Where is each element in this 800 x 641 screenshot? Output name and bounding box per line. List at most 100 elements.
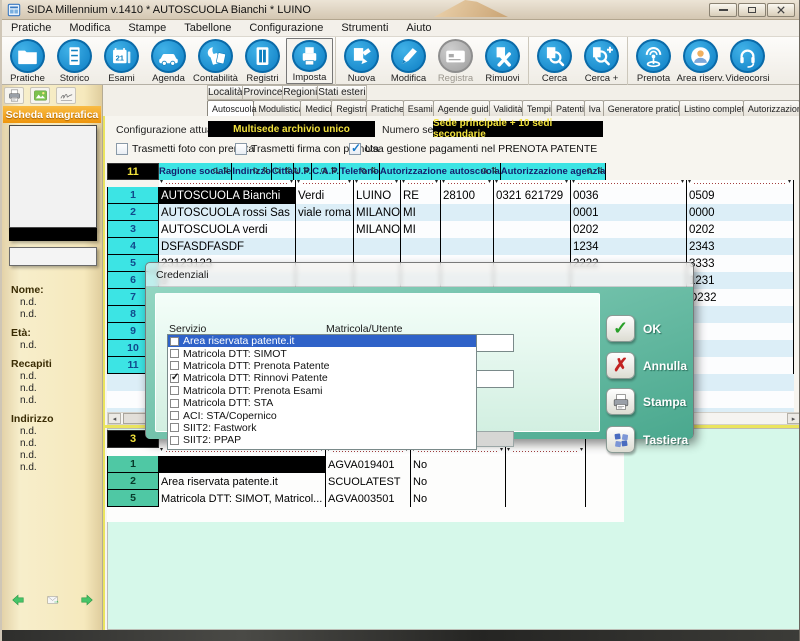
cell-usa-codice[interactable]: No — [411, 490, 506, 507]
cell-aut-agenzia[interactable]: D232 — [687, 289, 794, 306]
menu-item[interactable]: Configurazione — [240, 22, 332, 34]
stampa-button[interactable]: Stampa — [606, 388, 686, 415]
sort-icon[interactable]: ⇅ — [330, 166, 337, 175]
checkbox-pagamenti[interactable]: Usa gestione pagamenti nel PRENOTA PATEN… — [349, 143, 597, 155]
tab[interactable]: Iva — [584, 100, 604, 116]
cell-citta[interactable]: MILANO — [354, 204, 401, 221]
menu-item[interactable]: Stampe — [119, 22, 175, 34]
credentials-row[interactable]: 2 Area riservata patente.it SCUOLATEST N… — [107, 473, 586, 490]
cell-aut-agenzia[interactable]: 0509 — [687, 187, 794, 204]
cell-usa-codice[interactable]: No — [411, 456, 506, 473]
toolbar-button[interactable]: Esami — [98, 38, 145, 84]
servizio-checkbox[interactable] — [170, 337, 179, 346]
tab[interactable]: Agende guida — [433, 100, 490, 116]
servizio-item[interactable]: Matricola DTT: Prenota Patente — [168, 360, 476, 372]
cell-ragione-sociale[interactable]: DSFASDFASDF — [159, 238, 296, 255]
toolbar-button[interactable]: Prenota — [630, 38, 677, 84]
tab[interactable]: Patenti — [551, 100, 585, 116]
toolbar-button[interactable]: Cerca — [531, 38, 578, 84]
cell-servizio[interactable]: Area riservata patente.it — [159, 473, 326, 490]
row-number[interactable]: 4 — [107, 238, 159, 255]
cell-aut-agenzia[interactable] — [687, 340, 794, 357]
filter-icon[interactable] — [360, 167, 368, 175]
tab[interactable]: Medici — [300, 100, 332, 116]
cell-indirizzo[interactable] — [296, 221, 354, 238]
close-button[interactable] — [767, 3, 795, 17]
toolbar-button[interactable]: Pratiche — [4, 38, 51, 84]
filter-icon[interactable] — [252, 167, 260, 175]
sort-icon[interactable]: ⇅ — [597, 166, 604, 175]
filter-cell[interactable] — [687, 180, 794, 187]
toolbar-button[interactable]: Cerca + — [578, 38, 625, 84]
cell-aut-agenzia[interactable]: 1231 — [687, 272, 794, 289]
cell-aut-autoscuola[interactable]: 0001 — [571, 204, 687, 221]
cell-up[interactable]: RE — [401, 187, 441, 204]
cell-indirizzo[interactable]: viale roma — [296, 204, 354, 221]
next-arrow-icon[interactable] — [79, 593, 95, 607]
column-header[interactable]: Telefono ⇅ — [340, 163, 379, 180]
filter-icon[interactable] — [292, 167, 300, 175]
cell-matricola[interactable]: AGVA003501 — [326, 490, 411, 507]
servizio-item[interactable]: SIIT2: Fastwork — [168, 422, 476, 434]
cell-servizio[interactable]: Matricola DTT: Rinnovi Patente — [159, 456, 326, 473]
cell-up[interactable]: MI — [401, 221, 441, 238]
tab[interactable]: Registri — [331, 100, 367, 116]
sort-icon[interactable]: ⇅ — [223, 166, 230, 175]
signature-button[interactable] — [56, 87, 76, 104]
checkbox-pagamenti-box[interactable] — [349, 143, 361, 155]
cell-extra[interactable] — [506, 490, 586, 507]
table-row[interactable]: 2 AUTOSCUOLA rossi Sas viale roma MILANO… — [107, 204, 794, 221]
cell-cap[interactable] — [441, 238, 494, 255]
servizio-checkbox[interactable] — [170, 386, 179, 395]
toolbar-button[interactable]: Registri — [239, 38, 286, 84]
tastiera-button[interactable]: Tastiera — [606, 426, 688, 453]
sort-icon[interactable]: ⇅ — [262, 166, 269, 175]
toolbar-button[interactable]: Imposta — [286, 38, 333, 84]
cell-ragione-sociale[interactable]: AUTOSCUOLA rossi Sas — [159, 204, 296, 221]
dialog-title-bar[interactable]: Credenziali — [146, 263, 693, 287]
cell-aut-agenzia[interactable]: 2343 — [687, 238, 794, 255]
checkbox-foto[interactable]: Trasmetti foto con prenota — [116, 143, 254, 155]
tab[interactable]: Autoscuola — [207, 100, 254, 116]
row-number[interactable]: 1 — [107, 187, 159, 204]
servizio-item[interactable]: ACI: STA/Copernico — [168, 409, 476, 421]
tab[interactable]: Pratiche — [366, 100, 404, 116]
region-group[interactable]: Località — [207, 85, 243, 100]
row-number[interactable]: 3 — [107, 221, 159, 238]
toolbar-button[interactable]: Registra — [432, 38, 479, 84]
cell-aut-agenzia[interactable] — [687, 306, 794, 323]
filter-icon[interactable] — [212, 167, 220, 175]
photo-button[interactable] — [30, 87, 50, 104]
column-header[interactable]: Città ⇅ — [272, 163, 293, 180]
filter-cell[interactable] — [506, 448, 586, 456]
menu-item[interactable]: Tabellone — [175, 22, 240, 34]
toolbar-button[interactable]: Rimuovi — [479, 38, 526, 84]
sort-icon[interactable]: ⇅ — [284, 166, 291, 175]
tab[interactable]: Modulistica — [253, 100, 301, 116]
servizio-item[interactable]: Matricola DTT: STA — [168, 397, 476, 409]
servizio-checkbox[interactable] — [170, 399, 179, 408]
title-bar[interactable]: SIDA Millennium v.1410 * AUTOSCUOLA Bian… — [2, 0, 800, 20]
sort-icon[interactable]: ⇅ — [303, 166, 310, 175]
cell-matricola[interactable]: SCUOLATEST — [326, 473, 411, 490]
cell-aut-agenzia[interactable]: 0202 — [687, 221, 794, 238]
cell-citta[interactable] — [354, 238, 401, 255]
cell-servizio[interactable]: Matricola DTT: SIMOT, Matricol... — [159, 490, 326, 507]
table-row[interactable]: 1 AUTOSCUOLA Bianchi Verdi LUINO RE 2810… — [107, 187, 794, 204]
tab[interactable]: Listino completo — [679, 100, 744, 116]
maximize-button[interactable] — [738, 3, 766, 17]
cell-indirizzo[interactable] — [296, 238, 354, 255]
toolbar-button[interactable]: Storico — [51, 38, 98, 84]
cell-aut-autoscuola[interactable]: 1234 — [571, 238, 687, 255]
region-group[interactable]: Regioni — [282, 85, 318, 100]
cell-cap[interactable]: 28100 — [441, 187, 494, 204]
cell-citta[interactable]: LUINO — [354, 187, 401, 204]
cell-cap[interactable] — [441, 221, 494, 238]
menu-item[interactable]: Pratiche — [2, 22, 60, 34]
servizio-checkbox[interactable] — [170, 374, 179, 383]
tab[interactable]: Tempi — [522, 100, 552, 116]
cell-aut-autoscuola[interactable]: 0202 — [571, 221, 687, 238]
region-group[interactable]: Stati esteri — [317, 85, 366, 100]
send-mail-icon[interactable] — [45, 593, 61, 607]
cell-usa-codice[interactable]: No — [411, 473, 506, 490]
